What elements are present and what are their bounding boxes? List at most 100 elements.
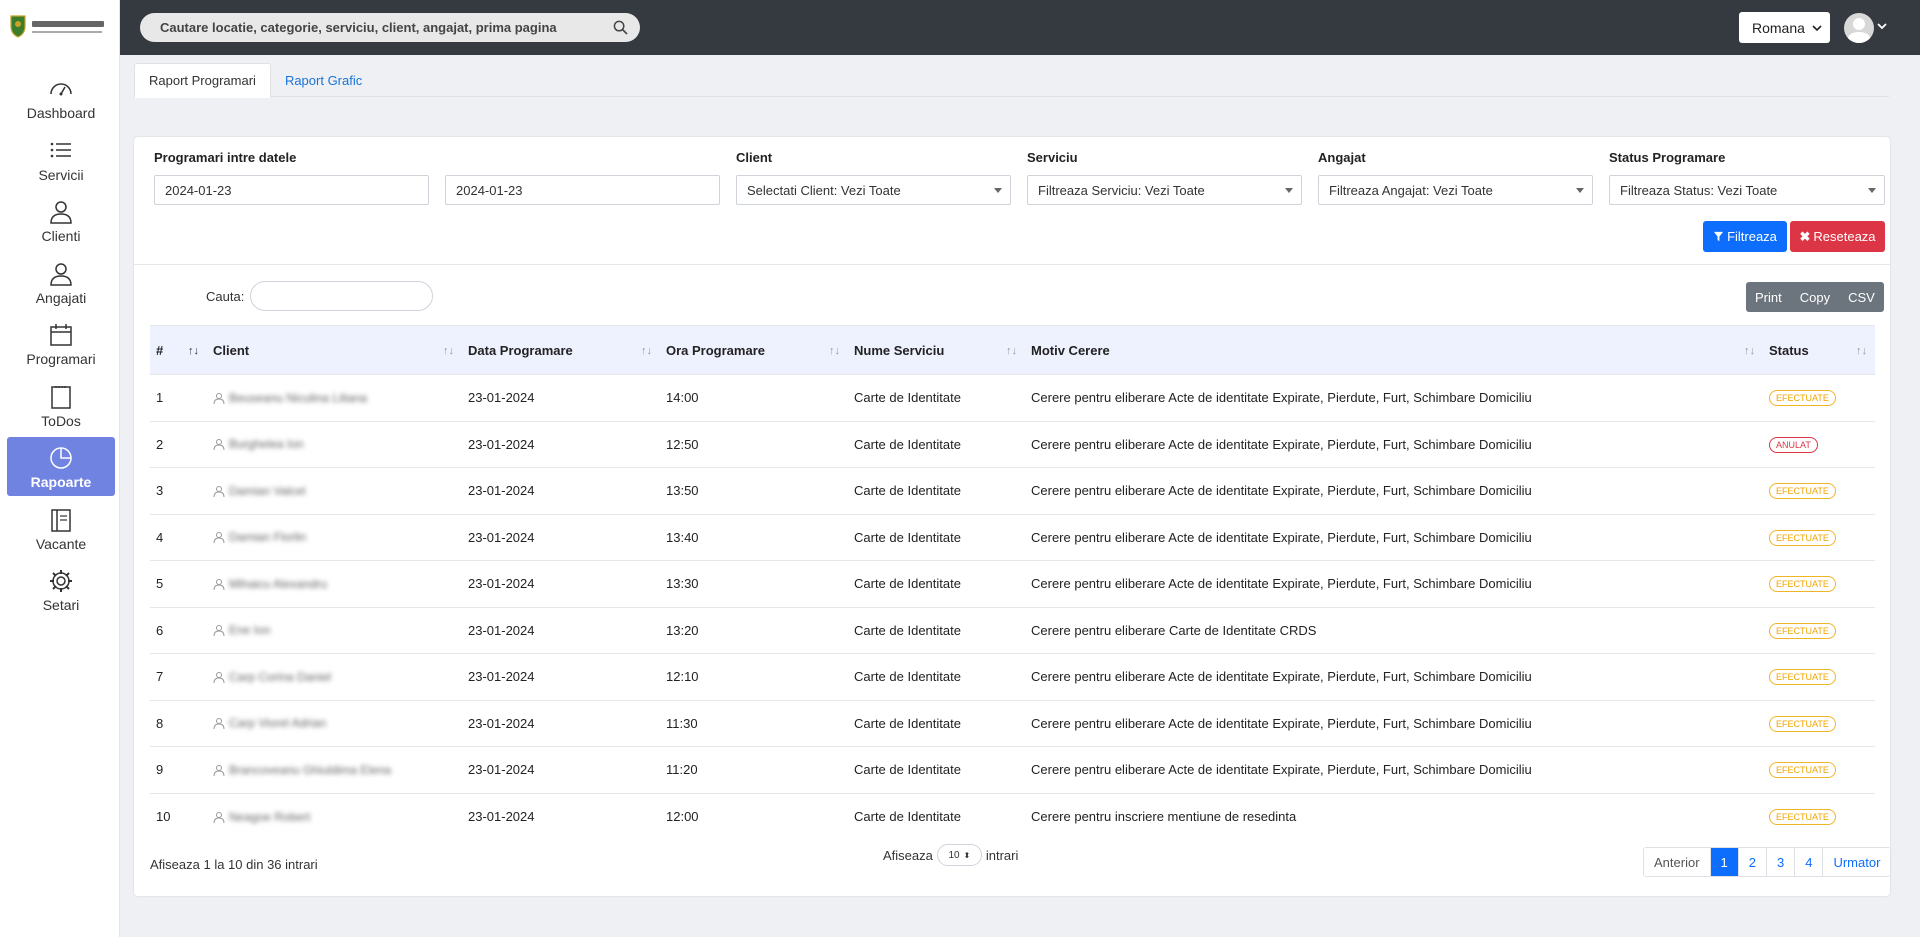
- pagination-page-1[interactable]: 1: [1709, 848, 1738, 876]
- column-header-label: Motiv Cerere: [1031, 342, 1110, 358]
- sidebar-item-dashboard[interactable]: Dashboard: [7, 68, 115, 127]
- column-header-status[interactable]: Status ↑↓: [1763, 325, 1875, 375]
- sidebar-item-servicii[interactable]: Servicii: [7, 130, 115, 189]
- row-status: EFECTUATE: [1763, 792, 1875, 840]
- gear-icon: [48, 568, 74, 594]
- sort-icon: ↑↓: [641, 345, 652, 357]
- sort-icon: ↑↓: [443, 345, 454, 357]
- sidebar-item-label: Clienti: [41, 228, 81, 244]
- sidebar-item-rapoarte[interactable]: Rapoarte: [7, 437, 115, 496]
- status-badge: EFECTUATE: [1769, 809, 1836, 825]
- table-row[interactable]: 1 Beuseanu Niculina Liliana 23-01-2024 14:0…: [150, 374, 1875, 421]
- pagination-next[interactable]: Urmator: [1822, 848, 1891, 876]
- table-row[interactable]: 4 Damian Florlin 23-01-2024 13:40 Carte de I…: [150, 513, 1875, 561]
- date-from-input[interactable]: 2024-01-23: [154, 175, 429, 205]
- pie-chart-icon: [48, 445, 74, 471]
- row-client[interactable]: Carp Corina Daniel: [207, 653, 462, 700]
- filter-button[interactable]: Filtreaza: [1703, 221, 1787, 252]
- global-search[interactable]: Cautare locatie, categorie, serviciu, cl…: [140, 13, 640, 42]
- row-status: EFECTUATE: [1763, 374, 1875, 421]
- table-row[interactable]: 5 Mihaicu Alexandru 23-01-2024 13:30 Carte d…: [150, 560, 1875, 607]
- row-time: 13:30: [660, 560, 848, 607]
- client-name: Beuseanu Niculina Liliana: [229, 390, 368, 405]
- row-client[interactable]: Carp Viorel Adrian: [207, 699, 462, 747]
- row-service: Carte de Identitate: [848, 420, 1025, 468]
- row-date: 23-01-2024: [462, 420, 660, 468]
- avatar[interactable]: [1844, 13, 1874, 43]
- column-header-client[interactable]: Client ↑↓: [207, 325, 462, 375]
- tab-raport-grafic[interactable]: Raport Grafic: [271, 63, 376, 97]
- search-input[interactable]: Cautare locatie, categorie, serviciu, cl…: [160, 20, 613, 35]
- column-header-reason[interactable]: Motiv Cerere ↑↓: [1025, 325, 1763, 375]
- row-reason: Cerere pentru eliberare Acte de identita…: [1025, 746, 1763, 793]
- sidebar-item-label: Vacante: [35, 535, 87, 552]
- client-filter-select[interactable]: Selectati Client: Vezi Toate: [736, 175, 1011, 205]
- row-status: EFECTUATE: [1763, 560, 1875, 607]
- table-row[interactable]: 6 Ene Ion 23-01-2024 13:20 Carte de Identita…: [150, 606, 1875, 654]
- sidebar-item-todos[interactable]: ToDos: [7, 376, 115, 435]
- row-number: 4: [150, 513, 207, 561]
- row-client[interactable]: Damian Florlin: [207, 513, 462, 561]
- row-client[interactable]: Neagoe Robert: [207, 792, 462, 840]
- reset-button[interactable]: ✖ Reseteaza: [1790, 221, 1885, 252]
- table-search-input[interactable]: [250, 281, 433, 311]
- client-name: Damian Valcel: [229, 483, 306, 498]
- sidebar-item-setari[interactable]: Setari: [7, 560, 115, 619]
- row-time: 13:40: [660, 513, 848, 561]
- row-reason: Cerere pentru eliberare Acte de identita…: [1025, 699, 1763, 747]
- row-client[interactable]: Burghelea Ion: [207, 420, 462, 468]
- row-client[interactable]: Mihaicu Alexandru: [207, 560, 462, 607]
- language-select[interactable]: Romana: [1739, 12, 1830, 43]
- pagination-page-2[interactable]: 2: [1737, 848, 1766, 876]
- column-header-service[interactable]: Nume Serviciu ↑↓: [848, 325, 1025, 375]
- brand-logo[interactable]: [0, 0, 119, 52]
- table-row[interactable]: 7 Carp Corina Daniel 23-01-2024 12:10 Carte …: [150, 653, 1875, 700]
- pagination-page-3[interactable]: 3: [1766, 848, 1795, 876]
- status-filter-label: Status Programare: [1609, 150, 1726, 165]
- table-row[interactable]: 3 Damian Valcel 23-01-2024 13:50 Carte de Id…: [150, 467, 1875, 514]
- search-icon[interactable]: [613, 20, 628, 35]
- table-row[interactable]: 2 Burghelea Ion 23-01-2024 12:50 Carte de Id…: [150, 420, 1875, 468]
- page-size-suffix: intrari: [985, 847, 1019, 863]
- table-row[interactable]: 10 Neagoe Robert 23-01-2024 12:00 Carte de I…: [150, 792, 1875, 840]
- pagination-page-4[interactable]: 4: [1794, 848, 1823, 876]
- row-status: EFECTUATE: [1763, 699, 1875, 747]
- row-reason: Cerere pentru eliberare Acte de identita…: [1025, 467, 1763, 514]
- date-to-input[interactable]: 2024-01-23: [445, 175, 720, 205]
- client-filter-label: Client: [736, 150, 773, 165]
- chevron-down-icon[interactable]: [1876, 20, 1888, 32]
- row-time: 11:20: [660, 746, 848, 793]
- csv-button[interactable]: CSV: [1839, 282, 1884, 312]
- sidebar-item-programari[interactable]: Programari: [7, 314, 115, 373]
- row-client[interactable]: Damian Valcel: [207, 467, 462, 514]
- row-date: 23-01-2024: [462, 606, 660, 654]
- sidebar: Dashboard Servicii Clienti Angajati Prog…: [0, 0, 120, 937]
- row-client[interactable]: Beuseanu Niculina Liliana: [207, 374, 462, 421]
- row-date: 23-01-2024: [462, 560, 660, 607]
- page-size-select[interactable]: 10 ⬍: [936, 844, 982, 866]
- table-row[interactable]: 9 Brancoveanu Ghiuldima Elena 23-01-2024 11…: [150, 746, 1875, 793]
- print-button[interactable]: Print: [1746, 282, 1791, 312]
- sidebar-item-angajati[interactable]: Angajati: [7, 253, 115, 312]
- row-reason: Cerere pentru eliberare Acte de identita…: [1025, 420, 1763, 468]
- tab-raport-programari[interactable]: Raport Programari: [134, 63, 271, 98]
- pagination-previous[interactable]: Anterior: [1644, 848, 1710, 876]
- sidebar-item-vacante[interactable]: Vacante: [7, 499, 115, 558]
- table-row[interactable]: 8 Carp Viorel Adrian 23-01-2024 11:30 Carte …: [150, 699, 1875, 747]
- column-header-number[interactable]: # ↑↓: [150, 325, 207, 375]
- status-badge: EFECTUATE: [1769, 390, 1836, 407]
- row-reason: Cerere pentru eliberare Carte de Identit…: [1025, 606, 1763, 654]
- status-filter-select[interactable]: Filtreaza Status: Vezi Toate: [1609, 175, 1885, 205]
- column-header-time[interactable]: Ora Programare ↑↓: [660, 325, 848, 375]
- row-number: 5: [150, 560, 207, 607]
- row-client[interactable]: Brancoveanu Ghiuldima Elena: [207, 746, 462, 793]
- row-client[interactable]: Ene Ion: [207, 606, 462, 654]
- row-reason: Cerere pentru eliberare Acte de identita…: [1025, 560, 1763, 607]
- user-icon: [48, 261, 74, 287]
- employee-filter-select[interactable]: Filtreaza Angajat: Vezi Toate: [1318, 175, 1593, 205]
- funnel-icon: [1713, 231, 1724, 242]
- service-filter-select[interactable]: Filtreaza Serviciu: Vezi Toate: [1027, 175, 1302, 205]
- copy-button[interactable]: Copy: [1790, 282, 1840, 312]
- sidebar-item-clienti[interactable]: Clienti: [7, 191, 115, 250]
- column-header-date[interactable]: Data Programare ↑↓: [462, 325, 660, 375]
